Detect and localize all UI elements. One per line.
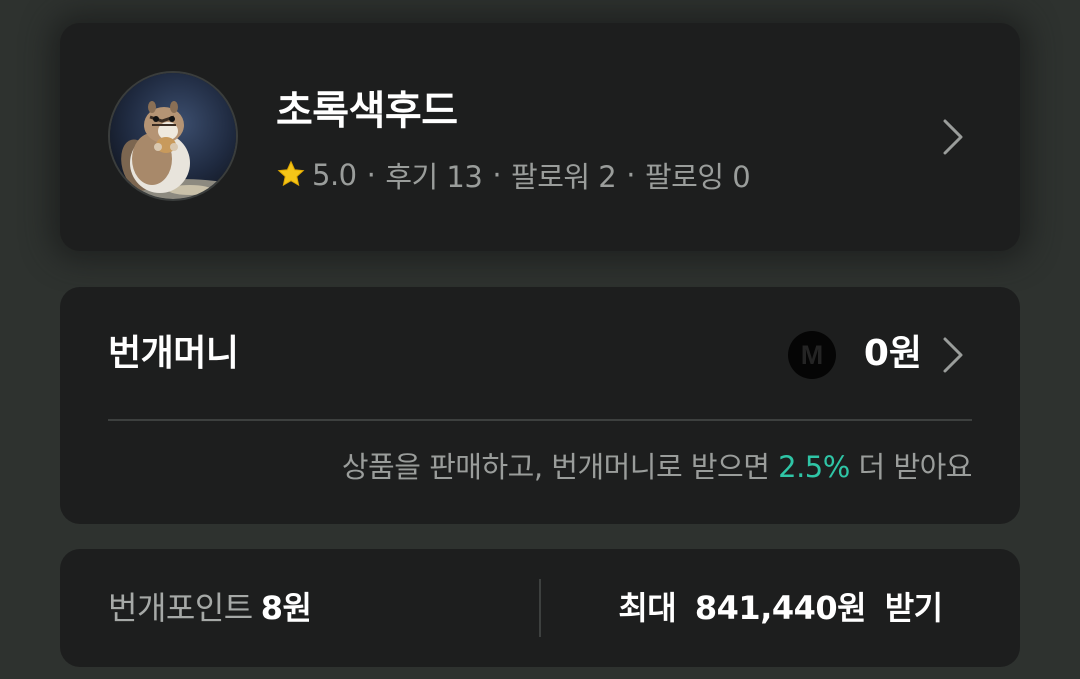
money-promo-note: 상품을 판매하고, 번개머니로 받으면 2.5% 더 받아요: [341, 447, 973, 487]
max-prefix: 최대: [618, 589, 677, 627]
points-balance[interactable]: 번개포인트 8원: [108, 585, 312, 631]
points-value: 8원: [260, 589, 312, 627]
divider: [108, 419, 972, 421]
max-suffix: 받기: [884, 589, 943, 627]
money-title: 번개머니: [108, 333, 239, 374]
profile-stats: 5.0 · 후기 13 · 팔로워 2 · 팔로잉 0: [276, 154, 751, 196]
points-label: 번개포인트: [108, 589, 253, 627]
profile-card[interactable]: 초록색후드 5.0 · 후기 13 · 팔로워 2 · 팔로잉 0: [60, 23, 1020, 251]
max-amount: 841,440원: [694, 589, 867, 627]
points-card: 번개포인트 8원 최대 841,440원 받기: [60, 549, 1020, 667]
chipmunk-avatar-image: [110, 73, 236, 199]
separator-dot: ·: [366, 158, 376, 192]
bungae-money-card[interactable]: 번개머니 M 0원 상품을 판매하고, 번개머니로 받으면 2.5% 더 받아요: [60, 287, 1020, 524]
separator-dot: ·: [492, 158, 502, 192]
chevron-right-icon[interactable]: [942, 118, 964, 156]
star-icon: [277, 160, 305, 187]
money-note-highlight: 2.5%: [778, 450, 850, 484]
separator-dot: ·: [626, 158, 635, 192]
reviews-count[interactable]: 후기 13: [385, 154, 482, 196]
money-badge-icon: M: [788, 331, 836, 379]
money-note-prefix: 상품을 판매하고, 번개머니로 받으면: [341, 450, 770, 484]
followers-count[interactable]: 팔로워 2: [511, 154, 617, 196]
chevron-right-icon[interactable]: [942, 336, 964, 374]
profile-nickname: 초록색후드: [276, 88, 458, 134]
following-count[interactable]: 팔로잉 0: [645, 154, 751, 196]
money-balance: 0원: [863, 333, 922, 374]
rating-value: 5.0: [312, 158, 357, 192]
avatar: [108, 71, 238, 201]
max-points-button[interactable]: 최대 841,440원 받기: [541, 585, 1020, 631]
money-note-suffix: 더 받아요: [858, 450, 973, 484]
